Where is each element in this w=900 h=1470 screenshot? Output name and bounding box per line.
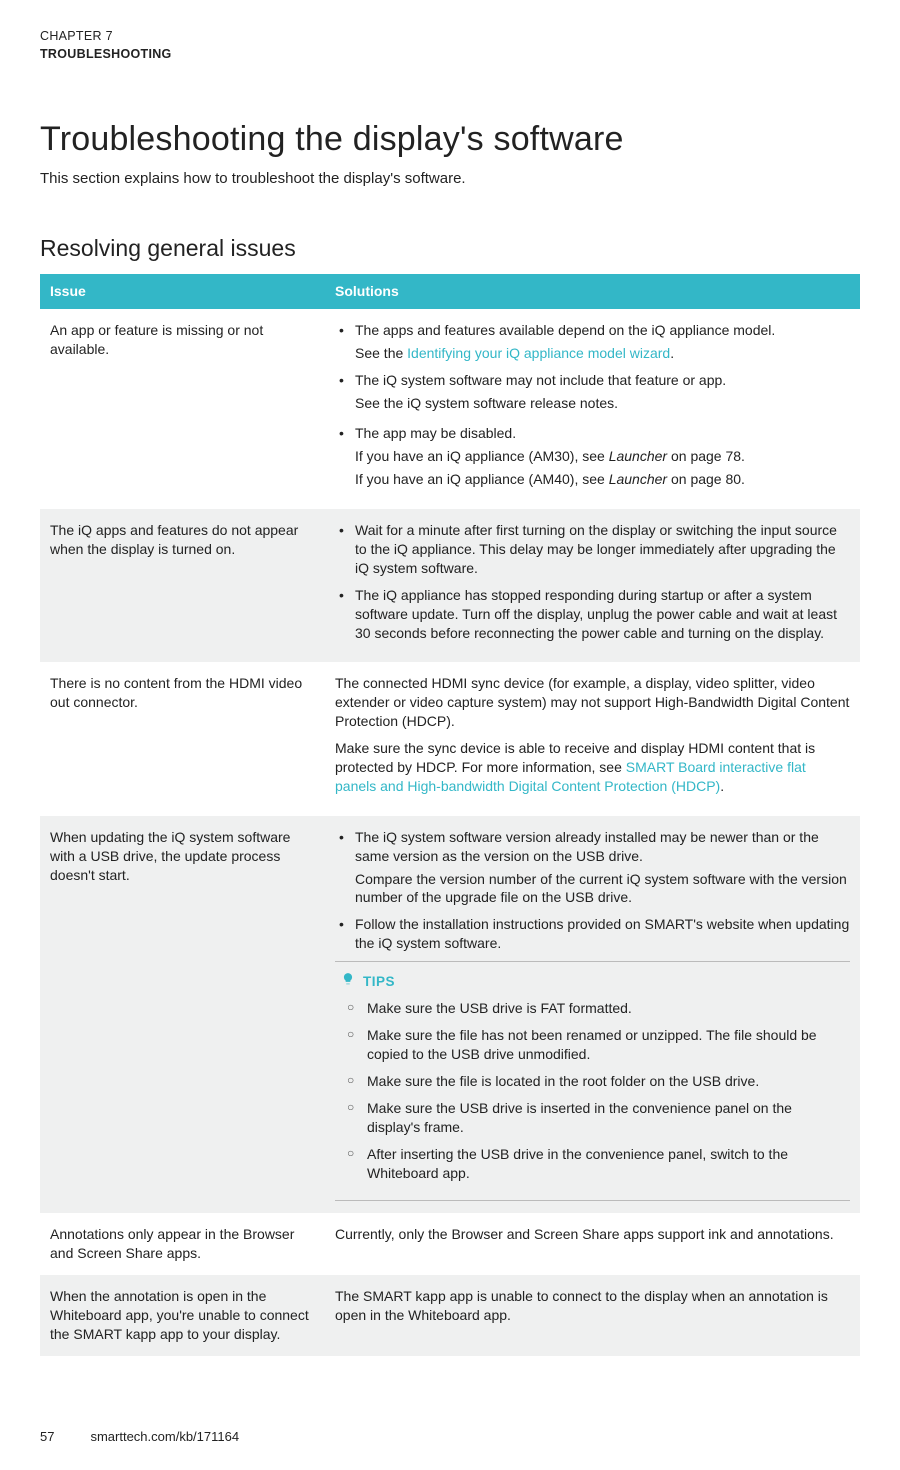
solution-cell: The connected HDMI sync device (for exam…	[325, 662, 860, 815]
lightbulb-icon	[341, 972, 355, 991]
chapter-title: TROUBLESHOOTING	[40, 46, 860, 63]
issue-cell: There is no content from the HDMI video …	[40, 662, 325, 815]
solution-item: The app may be disabled. If you have an …	[335, 424, 850, 489]
tips-heading: TIPS	[339, 972, 846, 991]
section-title: Resolving general issues	[40, 233, 860, 264]
footer-url: smarttech.com/kb/171164	[90, 1428, 239, 1446]
solution-item: The iQ system software version already i…	[335, 828, 850, 908]
issues-table: Issue Solutions An app or feature is mis…	[40, 274, 860, 1356]
table-row: When the annotation is open in the White…	[40, 1275, 860, 1356]
issue-cell: An app or feature is missing or not avai…	[40, 309, 325, 509]
tip-item: Make sure the file is located in the roo…	[345, 1072, 846, 1091]
solution-item: Wait for a minute after first turning on…	[335, 521, 850, 578]
table-row: The iQ apps and features do not appear w…	[40, 509, 860, 662]
chapter-number: CHAPTER 7	[40, 28, 860, 45]
solution-item: Follow the installation instructions pro…	[335, 915, 850, 953]
tips-box: TIPS Make sure the USB drive is FAT form…	[335, 961, 850, 1201]
solution-item: The iQ system software may not include t…	[335, 371, 850, 413]
solution-cell: Wait for a minute after first turning on…	[325, 509, 860, 662]
issue-cell: When updating the iQ system software wit…	[40, 816, 325, 1214]
tip-item: Make sure the USB drive is FAT formatted…	[345, 999, 846, 1018]
table-row: Annotations only appear in the Browser a…	[40, 1213, 860, 1275]
issue-cell: When the annotation is open in the White…	[40, 1275, 325, 1356]
intro-text: This section explains how to troubleshoo…	[40, 169, 860, 189]
col-header-issue: Issue	[40, 274, 325, 309]
tip-item: Make sure the USB drive is inserted in t…	[345, 1099, 846, 1137]
solution-item: The apps and features available depend o…	[335, 321, 850, 363]
solution-item: The iQ appliance has stopped responding …	[335, 586, 850, 643]
issue-cell: The iQ apps and features do not appear w…	[40, 509, 325, 662]
tip-item: After inserting the USB drive in the con…	[345, 1145, 846, 1183]
page-title: Troubleshooting the display's software	[40, 117, 860, 163]
solution-cell: The apps and features available depend o…	[325, 309, 860, 509]
solution-cell: Currently, only the Browser and Screen S…	[325, 1213, 860, 1275]
table-row: There is no content from the HDMI video …	[40, 662, 860, 815]
link-iq-wizard[interactable]: Identifying your iQ appliance model wiza…	[407, 345, 670, 361]
chapter-header: CHAPTER 7 TROUBLESHOOTING	[40, 28, 860, 63]
solution-cell: The SMART kapp app is unable to connect …	[325, 1275, 860, 1356]
tip-item: Make sure the file has not been renamed …	[345, 1026, 846, 1064]
page-footer: 57 smarttech.com/kb/171164	[40, 1428, 239, 1446]
table-row: When updating the iQ system software wit…	[40, 816, 860, 1214]
col-header-solutions: Solutions	[325, 274, 860, 309]
page-number: 57	[40, 1428, 54, 1446]
table-row: An app or feature is missing or not avai…	[40, 309, 860, 509]
solution-cell: The iQ system software version already i…	[325, 816, 860, 1214]
issue-cell: Annotations only appear in the Browser a…	[40, 1213, 325, 1275]
